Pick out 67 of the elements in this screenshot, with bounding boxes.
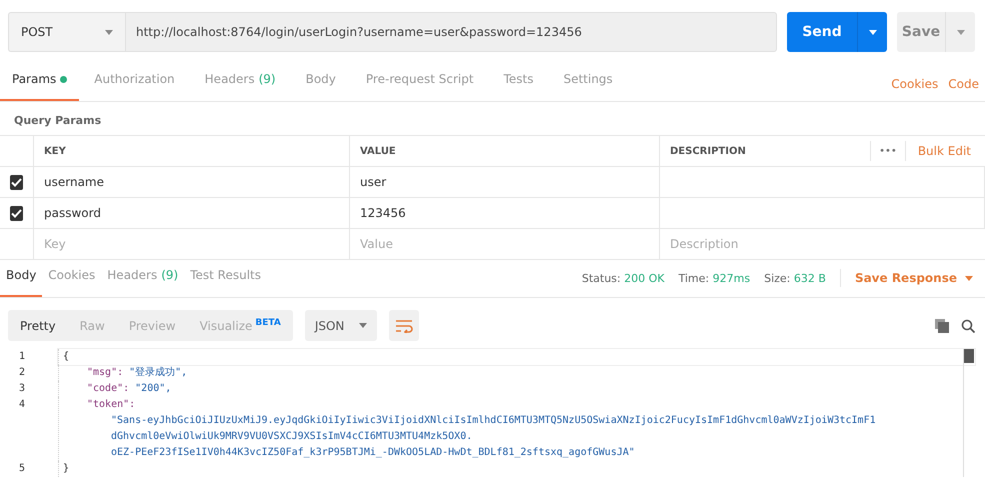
view-mode-tab[interactable]: Preview <box>116 310 188 341</box>
status-dot-icon <box>60 76 68 82</box>
response-tab[interactable]: Body <box>0 263 42 297</box>
json-value: "登录成功", <box>129 366 188 380</box>
save-response-button[interactable]: Save Response <box>840 269 973 287</box>
json-value: dGhvcml0eVwiOlwiUk9MRV9VU0VSXCJ9XSIsImV4cCI6MTU3MTU4Mzk5OX0. <box>110 430 472 444</box>
table-cell: user <box>350 167 660 198</box>
column-header: VALUE <box>350 136 660 167</box>
json-key: "msg": <box>87 365 124 381</box>
scrollbar[interactable] <box>963 349 975 477</box>
request-tab[interactable]: Pre-request Script <box>350 67 489 101</box>
caret-icon <box>358 323 367 328</box>
request-tab[interactable]: Authorization <box>79 67 190 101</box>
json-value: "200", <box>135 382 172 396</box>
json-value: "Sans-eyJhbGciOiJIUzUxMiJ9.eyJqdGkiOiIyIiwic3ViIjoidXNlciIsImlhdCI6MTU3MTQ5NzU5OSwiaXNzIjoic2FucyIsImF1dGhvcml0aWVzIjoiW3tcImF1 <box>110 414 876 428</box>
column-header: DESCRIPTION <box>670 146 746 156</box>
response-tab[interactable]: Headers (9) <box>101 263 184 297</box>
code-brace: { <box>63 350 70 364</box>
line-number: 3 <box>18 382 26 396</box>
view-mode-tab[interactable]: Pretty <box>8 310 68 341</box>
method-select[interactable]: POST <box>8 12 125 52</box>
response-tab[interactable]: Cookies <box>42 263 102 297</box>
line-number: 1 <box>18 350 26 364</box>
checkbox[interactable] <box>10 174 23 190</box>
request-tab[interactable]: Headers (9) <box>190 67 291 101</box>
code-brace: } <box>63 462 70 476</box>
line-number: 4 <box>18 398 26 412</box>
json-value: oEZ-PEeF23fISe1IV0h44K3vcIZ50Faf_k3rP95BTJMi_-DWkOO5LAD-HwDt_BDLf81_2sftsxq_agofGWusJA" <box>110 446 635 460</box>
view-mode-tab[interactable]: Raw <box>68 310 117 341</box>
line-number: 5 <box>18 462 26 476</box>
request-tab[interactable]: Tests <box>488 67 548 101</box>
header-link[interactable]: Code <box>944 77 985 101</box>
search-icon[interactable] <box>961 318 975 332</box>
status-text: Time: 927ms <box>678 272 750 287</box>
table-cell: username <box>34 167 350 198</box>
caret-icon <box>868 30 876 34</box>
more-button[interactable]: ••• <box>870 141 906 161</box>
checkbox[interactable] <box>10 206 23 220</box>
save-button[interactable]: Save <box>897 12 945 52</box>
caret-icon <box>105 30 113 34</box>
bulk-edit-link[interactable]: Bulk Edit <box>906 144 985 158</box>
table-cell: 123456 <box>350 198 660 229</box>
table-cell: password <box>34 198 350 229</box>
wrap-icon <box>394 318 413 332</box>
copy-icon[interactable] <box>935 318 949 332</box>
input-field[interactable]: Description <box>660 229 985 260</box>
line-number: 2 <box>18 366 26 380</box>
format-select[interactable]: JSON <box>304 310 377 341</box>
url-field[interactable]: http://localhost:8764/login/userLogin?username=user&password=123456 <box>125 12 777 52</box>
status-text: Status: 200 OK <box>582 272 664 287</box>
request-tab[interactable]: Settings <box>548 67 628 101</box>
request-tab[interactable]: Body <box>290 67 351 101</box>
json-key: "code": <box>87 381 130 397</box>
header-link[interactable]: Cookies <box>887 77 944 101</box>
json-key: "token": <box>87 397 136 413</box>
column-header: KEY <box>34 136 350 167</box>
status-text: Size: 632 B <box>764 272 826 287</box>
send-button[interactable]: Send <box>787 12 857 52</box>
input-field[interactable]: Value <box>350 229 660 260</box>
view-mode-tab[interactable]: Visualize $^{BETA}$ <box>188 310 293 341</box>
wrap-lines-button[interactable] <box>388 310 419 341</box>
input-field[interactable]: Key <box>34 229 350 260</box>
caret-icon <box>956 30 964 34</box>
section-title: Query Params <box>13 113 102 129</box>
caret-icon <box>965 276 973 280</box>
request-tab[interactable]: Params <box>0 67 80 101</box>
response-tab[interactable]: Test Results <box>184 263 268 297</box>
